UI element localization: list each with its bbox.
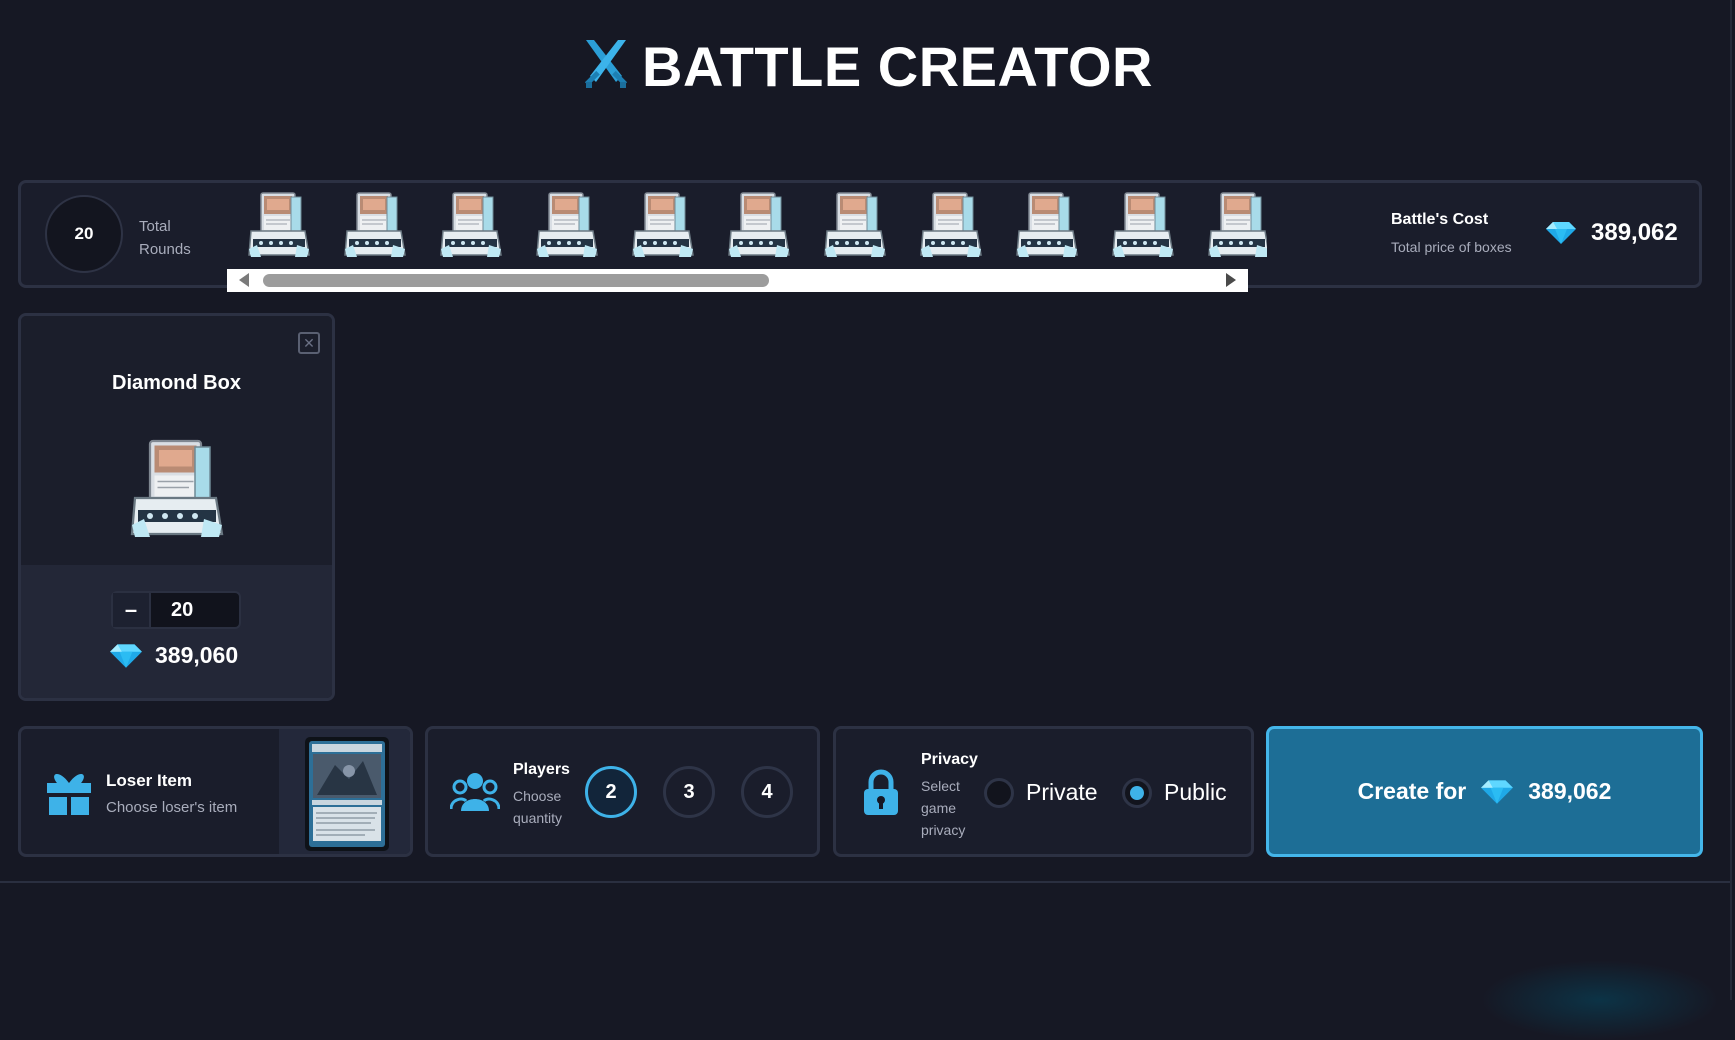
round-box-thumbnail[interactable] <box>343 191 407 259</box>
create-battle-button[interactable]: Create for 389,062 <box>1266 726 1703 857</box>
box-card-top: ✕ Diamond Box <box>21 316 332 565</box>
box-name: Diamond Box <box>112 372 241 394</box>
round-box-thumbnail[interactable] <box>1207 191 1267 259</box>
players-subtitle: Choose quantity <box>513 788 563 826</box>
scroll-thumb[interactable] <box>263 274 769 287</box>
player-option-4[interactable]: 4 <box>741 766 793 818</box>
radio-private[interactable] <box>984 778 1014 808</box>
privacy-subtitle: Select game privacy <box>921 778 966 838</box>
rounds-scrollbar[interactable] <box>227 269 1248 292</box>
round-box-thumbnail[interactable] <box>1015 191 1079 259</box>
round-count-badge: 20 <box>45 195 123 273</box>
battle-cost-title: Battle's Cost <box>1391 211 1489 228</box>
radio-public-label[interactable]: Public <box>1164 779 1227 806</box>
scroll-left-arrow-icon[interactable] <box>239 273 249 287</box>
gift-icon <box>45 767 93 822</box>
crossed-swords-icon <box>582 38 630 95</box>
box-card: ✕ Diamond Box – 20 389,060 <box>18 313 335 701</box>
round-box-thumbnail[interactable] <box>535 191 599 259</box>
round-box-thumbnail[interactable] <box>823 191 887 259</box>
players-icon <box>449 769 501 818</box>
box-price-value: 389,060 <box>155 642 239 668</box>
battle-cost-value: 389,062 <box>1545 219 1678 247</box>
round-box-thumbnail[interactable] <box>631 191 695 259</box>
loser-item-subtitle: Choose loser's item <box>106 799 238 816</box>
radio-public[interactable] <box>1122 778 1152 808</box>
round-box-thumbnail[interactable] <box>919 191 983 259</box>
create-button-label: Create for <box>1357 778 1467 804</box>
gem-icon <box>1480 779 1514 805</box>
loser-item-title: Loser Item <box>106 771 192 790</box>
privacy-title: Privacy <box>921 751 978 768</box>
round-count-label: Total Rounds <box>139 218 191 258</box>
round-box-thumbnail[interactable] <box>439 191 503 259</box>
battle-cost-subtitle: Total price of boxes <box>1391 239 1512 255</box>
window-edge <box>1730 0 1732 1000</box>
box-card-bottom <box>21 565 332 698</box>
rounds-box-strip <box>247 191 1267 263</box>
diamond-box-image <box>129 438 225 540</box>
gem-icon <box>1545 221 1577 245</box>
lock-icon <box>862 769 900 822</box>
round-box-thumbnail[interactable] <box>727 191 791 259</box>
close-icon[interactable]: ✕ <box>298 332 320 354</box>
loser-item-card-area[interactable] <box>279 729 410 854</box>
quantity-stepper: – 20 <box>111 591 241 629</box>
corner-glow <box>1480 960 1720 1040</box>
privacy-panel: Privacy Select game privacy Private Publ… <box>833 726 1254 857</box>
players-panel: Players Choose quantity 2 3 4 <box>425 726 820 857</box>
loser-item-card-image <box>305 737 389 851</box>
box-price: 389,060 <box>109 642 238 669</box>
player-option-3[interactable]: 3 <box>663 766 715 818</box>
battle-cost-amount: 389,062 <box>1591 219 1678 246</box>
create-button-value: 389,062 <box>1528 778 1612 804</box>
loser-item-panel[interactable]: Loser Item Choose loser's item <box>18 726 413 857</box>
page-title: BATTLE CREATOR <box>0 34 1735 99</box>
player-option-2[interactable]: 2 <box>585 766 637 818</box>
radio-private-label[interactable]: Private <box>1026 779 1098 806</box>
round-box-thumbnail[interactable] <box>1111 191 1175 259</box>
quantity-value[interactable]: 20 <box>151 593 193 627</box>
gem-icon <box>109 643 143 669</box>
bottom-divider <box>0 881 1730 883</box>
players-title: Players <box>513 761 570 778</box>
title-text: BATTLE CREATOR <box>642 35 1153 98</box>
scroll-right-arrow-icon[interactable] <box>1226 273 1236 287</box>
round-box-thumbnail[interactable] <box>247 191 311 259</box>
decrease-button[interactable]: – <box>113 593 151 627</box>
